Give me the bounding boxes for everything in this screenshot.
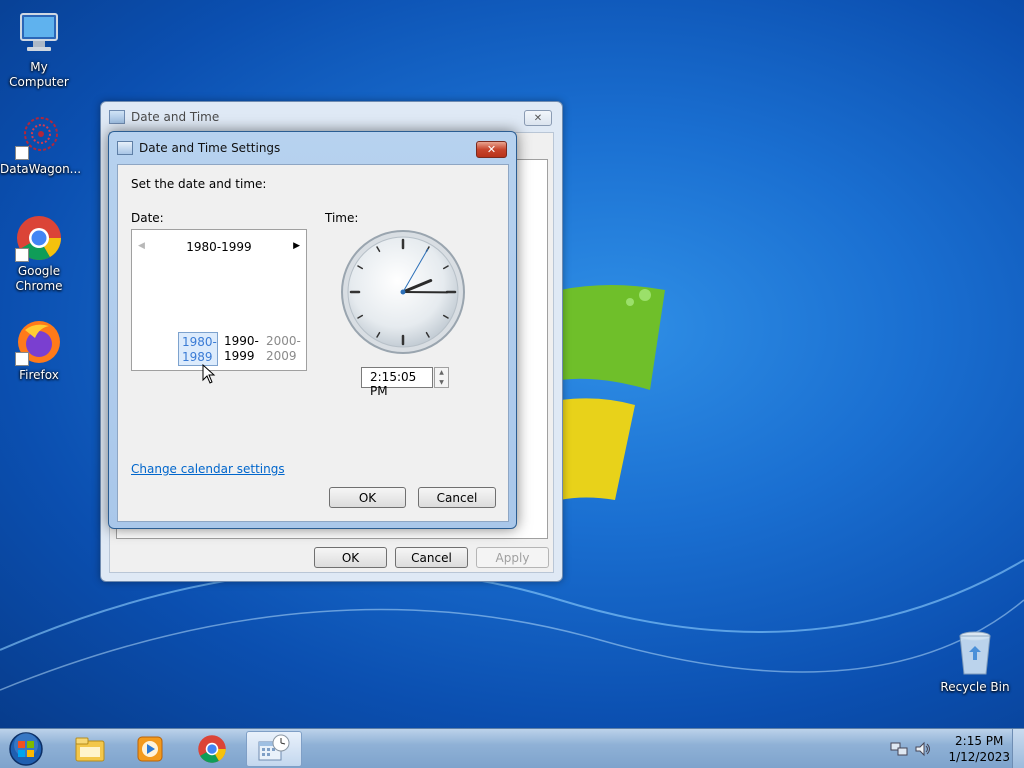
tray-date: 1/12/2023 xyxy=(948,750,1010,764)
outer-apply-button[interactable]: Apply xyxy=(476,547,549,568)
date-label: Date: xyxy=(131,211,164,225)
desktop-icon-label: DataWagon... xyxy=(0,162,82,176)
start-button[interactable] xyxy=(6,731,46,767)
tray-clock[interactable]: 2:15 PM 1/12/2023 xyxy=(948,733,1010,765)
dialog-titlebar[interactable]: Date and Time Settings xyxy=(109,132,516,164)
taskbar-media-player[interactable] xyxy=(122,731,178,767)
time-spinner[interactable]: ▲ ▼ xyxy=(434,367,449,388)
dialog-close-button[interactable]: ✕ xyxy=(476,141,507,158)
system-tray: 2:15 PM 1/12/2023 xyxy=(890,729,1010,768)
decade-text: 2000- xyxy=(266,334,301,348)
desktop-icon-label: My Computer xyxy=(9,60,69,89)
decade-1980-1989[interactable]: 1980- 1989 xyxy=(178,332,218,366)
media-player-icon xyxy=(137,736,163,762)
desktop-icon-my-computer[interactable]: My Computer xyxy=(0,10,78,90)
shortcut-arrow-icon xyxy=(15,248,29,262)
desktop-icon-label: Google Chrome xyxy=(15,264,63,293)
desktop-icon-recycle-bin[interactable]: Recycle Bin xyxy=(936,630,1014,695)
time-input[interactable]: 2:15:05 PM xyxy=(361,367,433,398)
change-calendar-settings-link[interactable]: Change calendar settings xyxy=(131,462,285,476)
spin-up-icon[interactable]: ▲ xyxy=(435,368,448,378)
outer-cancel-button[interactable]: Cancel xyxy=(395,547,468,568)
dialog-title: Date and Time Settings xyxy=(139,141,281,155)
shortcut-arrow-icon xyxy=(15,146,29,160)
taskbar: 2:15 PM 1/12/2023 xyxy=(0,728,1024,768)
firefox-icon xyxy=(15,318,63,366)
decade-text: 1990- xyxy=(224,334,259,348)
dialog-content: Set the date and time: Date: Time: ◀ 198… xyxy=(117,164,509,522)
date-time-small-icon xyxy=(109,110,125,124)
decade-text: 1999 xyxy=(224,349,255,363)
computer-icon xyxy=(15,10,63,58)
outer-ok-button[interactable]: OK xyxy=(314,547,387,568)
outer-titlebar[interactable]: Date and Time xyxy=(101,102,562,132)
volume-icon[interactable] xyxy=(914,741,932,757)
chrome-icon xyxy=(15,214,63,262)
decade-2000-2009[interactable]: 2000- 2009 xyxy=(263,332,303,366)
calendar-header[interactable]: 1980-1999 xyxy=(132,240,306,254)
outer-window-title: Date and Time xyxy=(131,110,220,124)
time-label: Time: xyxy=(325,211,359,225)
analog-clock xyxy=(341,230,465,354)
shortcut-arrow-icon xyxy=(15,352,29,366)
decade-text: 1980- xyxy=(182,335,217,349)
file-explorer-icon xyxy=(75,737,105,762)
decade-calendar: ◀ 1980-1999 ▶ 1980- 1989 1990- 1999 2000… xyxy=(131,229,307,384)
spin-down-icon[interactable]: ▼ xyxy=(435,378,448,388)
taskbar-chrome[interactable] xyxy=(184,731,240,767)
show-desktop-button[interactable] xyxy=(1012,729,1024,768)
start-orb-icon xyxy=(9,732,43,766)
decade-1990-1999[interactable]: 1990- 1999 xyxy=(221,332,261,366)
desktop-icon-datawagon[interactable]: DataWagon... xyxy=(0,112,82,177)
date-time-icon xyxy=(258,734,290,761)
calendar-small-icon xyxy=(117,141,133,155)
taskbar-file-explorer[interactable] xyxy=(62,731,118,767)
chrome-icon xyxy=(198,735,226,763)
tray-time: 2:15 PM xyxy=(955,734,1004,748)
desktop-icon-label: Firefox xyxy=(19,368,59,382)
decade-text: 2009 xyxy=(266,349,297,363)
network-icon[interactable] xyxy=(890,741,908,757)
outer-close-button[interactable]: ✕ xyxy=(524,110,552,126)
datawagon-icon xyxy=(15,112,63,160)
dialog-ok-button[interactable]: OK xyxy=(329,487,406,508)
desktop-icon-firefox[interactable]: Firefox xyxy=(0,318,78,383)
taskbar-date-time[interactable] xyxy=(246,731,302,767)
mouse-cursor-icon xyxy=(202,364,216,384)
date-time-settings-dialog: Date and Time Settings ✕ Set the date an… xyxy=(108,131,517,529)
recycle-bin-icon xyxy=(951,630,999,678)
calendar-next-button[interactable]: ▶ xyxy=(293,241,300,251)
decade-text: 1989 xyxy=(182,350,213,364)
instruction-text: Set the date and time: xyxy=(131,177,267,191)
desktop-icon-google-chrome[interactable]: Google Chrome xyxy=(0,214,78,294)
desktop-icon-label: Recycle Bin xyxy=(940,680,1010,694)
dialog-cancel-button[interactable]: Cancel xyxy=(418,487,496,508)
